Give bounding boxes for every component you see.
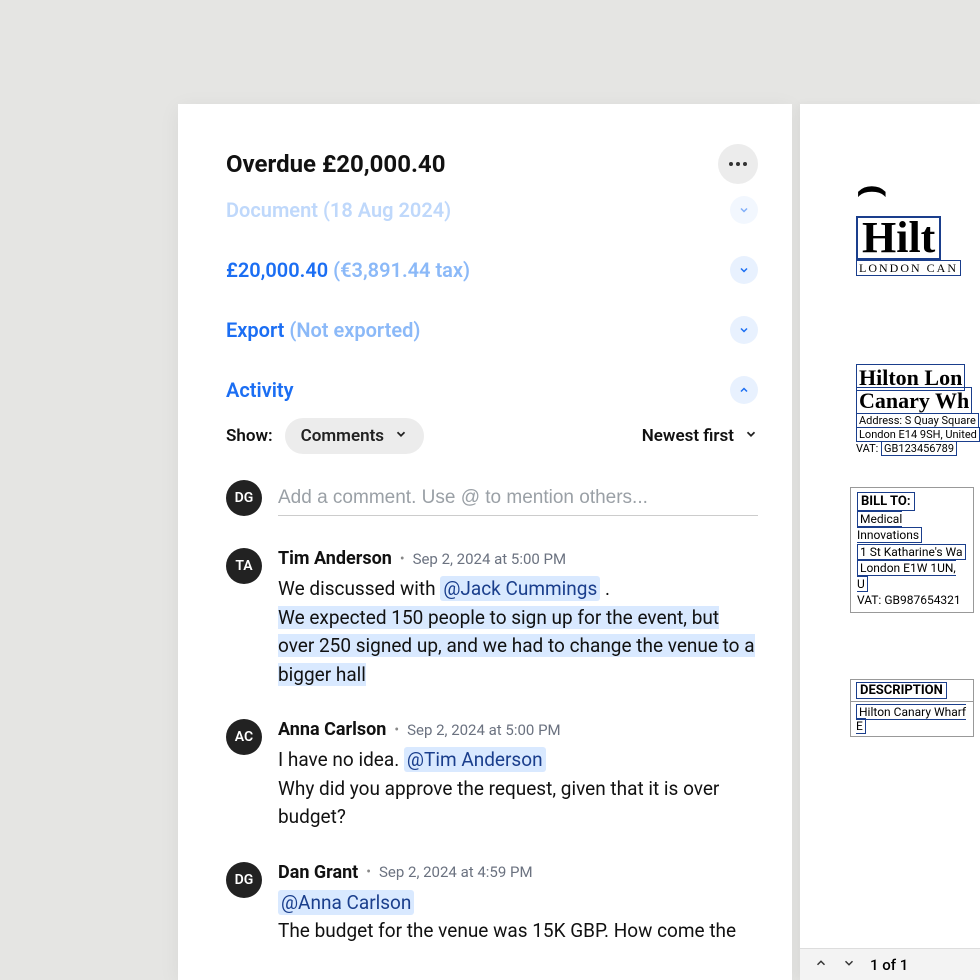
activity-filters: Show: Comments Newest first <box>226 418 758 454</box>
chevron-down-icon <box>744 426 758 446</box>
chevron-down-icon <box>730 196 758 224</box>
filter-show-dropdown[interactable]: Comments <box>285 418 424 454</box>
section-export-label: Export (Not exported) <box>226 318 420 342</box>
comment-input[interactable] <box>278 481 758 516</box>
section-document[interactable]: Document (18 Aug 2024) <box>226 196 758 242</box>
comment: DG Dan Grant • Sep 2, 2024 at 4:59 PM @A… <box>226 862 758 946</box>
document-preview: ⌢ Hilt LONDON CAN Hilton Lon Canary Wh A… <box>800 104 980 980</box>
description-table: DESCRIPTION Hilton Canary Wharf E <box>850 679 974 737</box>
comment-author: Dan Grant <box>278 862 358 883</box>
document-content[interactable]: ⌢ Hilt LONDON CAN Hilton Lon Canary Wh A… <box>800 104 980 950</box>
comment-time: Sep 2, 2024 at 4:59 PM <box>379 863 533 881</box>
section-activity-label: Activity <box>226 378 294 402</box>
mention[interactable]: @Anna Carlson <box>278 890 414 915</box>
page-prev-button[interactable] <box>810 954 832 976</box>
comment-time: Sep 2, 2024 at 5:00 PM <box>413 550 567 568</box>
comment-composer: DG <box>226 480 758 516</box>
avatar: DG <box>226 480 262 516</box>
hotel-logo: ⌢ Hilt LONDON CAN <box>856 160 980 276</box>
page-indicator: 1 of 1 <box>870 956 908 974</box>
comment-author: Anna Carlson <box>278 719 386 740</box>
more-menu-button[interactable] <box>718 144 758 184</box>
chevron-down-icon <box>394 426 408 446</box>
details-panel: Overdue £20,000.40 Document (18 Aug 2024… <box>178 104 792 980</box>
comment-time: Sep 2, 2024 at 5:00 PM <box>407 721 561 739</box>
avatar: TA <box>226 548 262 584</box>
panel-header: Overdue £20,000.40 <box>226 144 758 184</box>
sort-dropdown[interactable]: Newest first <box>642 426 758 446</box>
page-title: Overdue £20,000.40 <box>226 150 445 178</box>
avatar: DG <box>226 862 262 898</box>
comment-text: I have no idea. @Tim Anderson Why did yo… <box>278 746 758 832</box>
chevron-down-icon <box>730 256 758 284</box>
chevron-down-icon <box>730 316 758 344</box>
mention[interactable]: @Jack Cummings <box>440 576 600 601</box>
section-export[interactable]: Export (Not exported) <box>226 302 758 362</box>
comment: AC Anna Carlson • Sep 2, 2024 at 5:00 PM… <box>226 719 758 832</box>
show-label: Show: <box>226 426 273 446</box>
invoice-heading: Hilton Lon Canary Wh <box>856 366 980 412</box>
section-activity[interactable]: Activity <box>226 362 758 414</box>
comment-text: We discussed with @Jack Cummings . We ex… <box>278 575 758 689</box>
chevron-up-icon <box>730 376 758 404</box>
section-document-label: Document (18 Aug 2024) <box>226 198 451 222</box>
document-toolbar: 1 of 1 <box>800 948 980 980</box>
comment: TA Tim Anderson • Sep 2, 2024 at 5:00 PM… <box>226 548 758 689</box>
avatar: AC <box>226 719 262 755</box>
section-amount[interactable]: £20,000.40 (€3,891.44 tax) <box>226 242 758 302</box>
comment-text: @Anna Carlson The budget for the venue w… <box>278 889 758 946</box>
mention[interactable]: @Tim Anderson <box>404 747 546 772</box>
bill-to-box: BILL TO: Medical Innovations 1 St Kathar… <box>850 487 974 614</box>
page-next-button[interactable] <box>838 954 860 976</box>
comment-author: Tim Anderson <box>278 548 392 569</box>
section-amount-label: £20,000.40 (€3,891.44 tax) <box>226 258 470 282</box>
